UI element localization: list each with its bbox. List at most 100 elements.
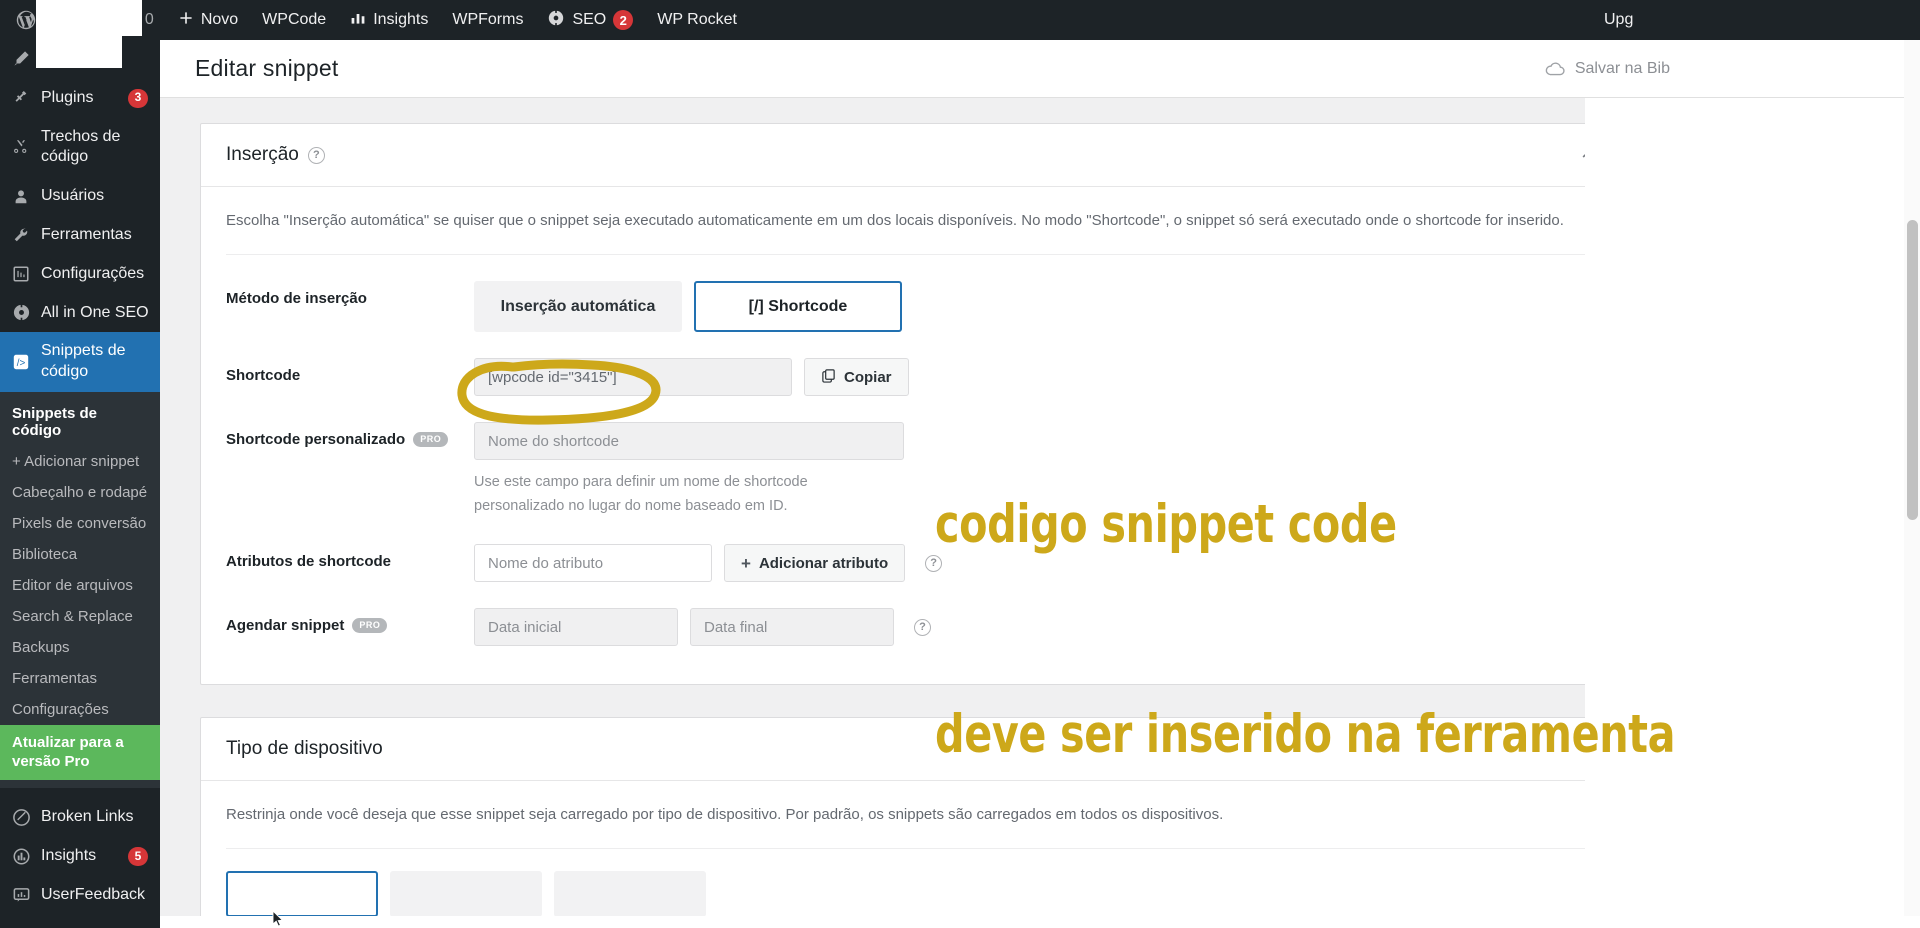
insertion-method-shortcode-button[interactable]: [/] Shortcode <box>694 281 902 333</box>
adminbar-wpforms[interactable]: WPForms <box>440 0 535 40</box>
sidebar-item-configuracoes[interactable]: Configurações <box>0 255 160 294</box>
pro-badge: PRO <box>413 432 449 448</box>
seo-badge: 2 <box>613 10 634 30</box>
sidebar-item-ferramentas[interactable]: Ferramentas <box>0 216 160 255</box>
sidebar-item-insights[interactable]: Insights 5 <box>0 837 160 876</box>
sidebar-label: Plugins <box>41 88 94 106</box>
field-shortcode-attributes: Nome do atributo + Adicionar atributo ? <box>474 544 1599 583</box>
field-custom-shortcode: Nome do shortcode Use este campo para de… <box>474 422 1599 518</box>
submenu-item-backups[interactable]: Backups <box>0 632 160 663</box>
scissors-icon <box>11 137 31 157</box>
help-icon[interactable]: ? <box>925 554 943 572</box>
attribute-name-input[interactable]: Nome do atributo <box>474 544 712 583</box>
submenu-upgrade-pro[interactable]: Atualizar para a versão Pro <box>0 724 160 781</box>
adminbar-upgrade-label: Upg <box>1604 11 1634 28</box>
help-icon[interactable]: ? <box>914 618 931 636</box>
sidebar-label: Ferramentas <box>41 225 132 243</box>
sidebar-label: Usuários <box>41 187 105 205</box>
adminbar-label: SEO <box>572 11 607 28</box>
submenu-item-editor-de-arquivos[interactable]: Editor de arquivos <box>0 570 160 601</box>
sidebar-item-all-in-one-seo[interactable]: All in One SEO <box>0 294 160 333</box>
adminbar-label: Insights <box>373 11 429 28</box>
insertion-method-buttons: Inserção automática [/] Shortcode <box>474 281 1599 333</box>
custom-shortcode-input[interactable]: Nome do shortcode <box>474 422 904 461</box>
adminbar-insights[interactable]: Insights <box>338 0 440 40</box>
settings-sliders-icon <box>11 264 31 284</box>
device-type-card: Tipo de dispositivo Restrinja onde você … <box>200 717 1625 927</box>
cloud-icon <box>1544 61 1566 77</box>
device-card-title: Tipo de dispositivo <box>226 738 383 760</box>
aioseo-icon <box>11 303 31 323</box>
pro-badge: PRO <box>352 618 388 634</box>
device-tab-all[interactable] <box>226 871 378 918</box>
page-title: Editar snippet <box>195 55 339 81</box>
adminbar-label: WP Rocket <box>657 11 737 28</box>
save-to-library-button[interactable]: Salvar na Bib <box>1544 40 1670 97</box>
page-scrollbar-thumb[interactable] <box>1907 220 1918 520</box>
sidebar-item-trechos-de-codigo[interactable]: Trechos de código <box>0 118 160 178</box>
bars-icon <box>350 10 366 31</box>
insights-icon <box>11 847 31 867</box>
device-card-header[interactable]: Tipo de dispositivo <box>201 718 1624 782</box>
adminbar-wpcode[interactable]: WPCode <box>250 0 338 40</box>
device-description: Restrinja onde você deseja que esse snip… <box>226 803 1599 850</box>
add-attribute-label: Adicionar atributo <box>758 554 889 572</box>
copy-label: Copiar <box>844 368 892 386</box>
submenu-item-pixels-de-conversao[interactable]: Pixels de conversão <box>0 508 160 539</box>
custom-shortcode-label-text: Shortcode personalizado <box>226 431 406 449</box>
sidebar-item-userfeedback[interactable]: UserFeedback <box>0 876 160 915</box>
sidebar-badge-plugins: 3 <box>128 88 148 108</box>
tools-wrench-icon <box>11 225 31 245</box>
submenu-item-snippets-de-codigo[interactable]: Snippets de código <box>0 398 160 446</box>
schedule-end-input[interactable]: Data final <box>690 608 894 647</box>
userfeedback-icon <box>11 885 31 905</box>
users-icon <box>11 187 31 207</box>
row-custom-shortcode: Shortcode personalizado PRO Nome do shor… <box>226 396 1599 518</box>
insertion-card: Inserção ? Escolha "Inserção automática"… <box>200 123 1625 686</box>
sidebar-item-broken-links[interactable]: Broken Links <box>0 798 160 837</box>
schedule-start-input[interactable]: Data inicial <box>474 608 678 647</box>
add-attribute-button[interactable]: + Adicionar atributo <box>724 544 906 583</box>
submenu-item-search-replace[interactable]: Search & Replace <box>0 601 160 632</box>
sidebar-badge-insights: 5 <box>128 847 148 867</box>
submenu-item-cabecalho-e-rodape[interactable]: Cabeçalho e rodapé <box>0 477 160 508</box>
insertion-card-title-wrap: Inserção ? <box>226 144 325 166</box>
row-schedule-snippet: Agendar snippet PRO Data inicial Data fi… <box>226 582 1599 676</box>
sidebar-label: Insights <box>41 847 97 865</box>
adminbar-novo[interactable]: Novo <box>166 0 250 40</box>
right-white-column <box>1585 98 1920 928</box>
submenu-item-adicionar-snippet[interactable]: + Adicionar snippet <box>0 446 160 477</box>
insertion-method-auto-button[interactable]: Inserção automática <box>474 281 682 333</box>
appearance-brush-icon <box>11 49 31 69</box>
insertion-description: Escolha "Inserção automática" se quiser … <box>226 209 1599 256</box>
sidebar-item-snippets-de-codigo[interactable]: /> Snippets de código <box>0 332 160 392</box>
comments-count: 0 <box>144 11 154 28</box>
shortcode-input[interactable]: [wpcode id="3415"] <box>474 358 792 397</box>
page-header: Editar snippet Salvar na Bib <box>160 40 1920 98</box>
adminbar-label: WPCode <box>262 11 327 28</box>
sidebar-separator <box>0 788 160 798</box>
sidebar-item-plugins[interactable]: Plugins 3 <box>0 79 160 118</box>
insertion-card-body: Escolha "Inserção automática" se quiser … <box>201 187 1624 684</box>
code-brackets-icon: /> <box>11 352 31 372</box>
adminbar-upgrade[interactable]: Upg <box>1592 0 1645 40</box>
sidebar-item-usuarios[interactable]: Usuários <box>0 177 160 216</box>
adminbar-wp-rocket[interactable]: WP Rocket <box>645 0 749 40</box>
insertion-card-header[interactable]: Inserção ? <box>201 124 1624 187</box>
device-tab-mobile[interactable] <box>554 871 706 918</box>
svg-text:/>: /> <box>17 358 26 369</box>
adminbar-seo[interactable]: SEO 2 <box>535 0 645 40</box>
submenu-item-ferramentas[interactable]: Ferramentas <box>0 663 160 694</box>
submenu-item-biblioteca[interactable]: Biblioteca <box>0 539 160 570</box>
admin-bar: 8 0 Novo WPCode Insights WPForms <box>0 0 1920 40</box>
save-library-label: Salvar na Bib <box>1574 59 1670 77</box>
plus-icon <box>178 10 194 31</box>
admin-sidebar: Aparência Plugins 3 Trechos de código Us… <box>0 0 160 928</box>
submenu-item-configuracoes[interactable]: Configurações <box>0 694 160 725</box>
label-schedule-snippet: Agendar snippet PRO <box>226 608 474 634</box>
device-tab-desktop[interactable] <box>390 871 542 918</box>
help-icon[interactable]: ? <box>307 146 325 164</box>
copy-shortcode-button[interactable]: Copiar <box>804 358 909 397</box>
sidebar-label: All in One SEO <box>41 303 149 321</box>
sidebar-label: UserFeedback <box>41 886 146 904</box>
